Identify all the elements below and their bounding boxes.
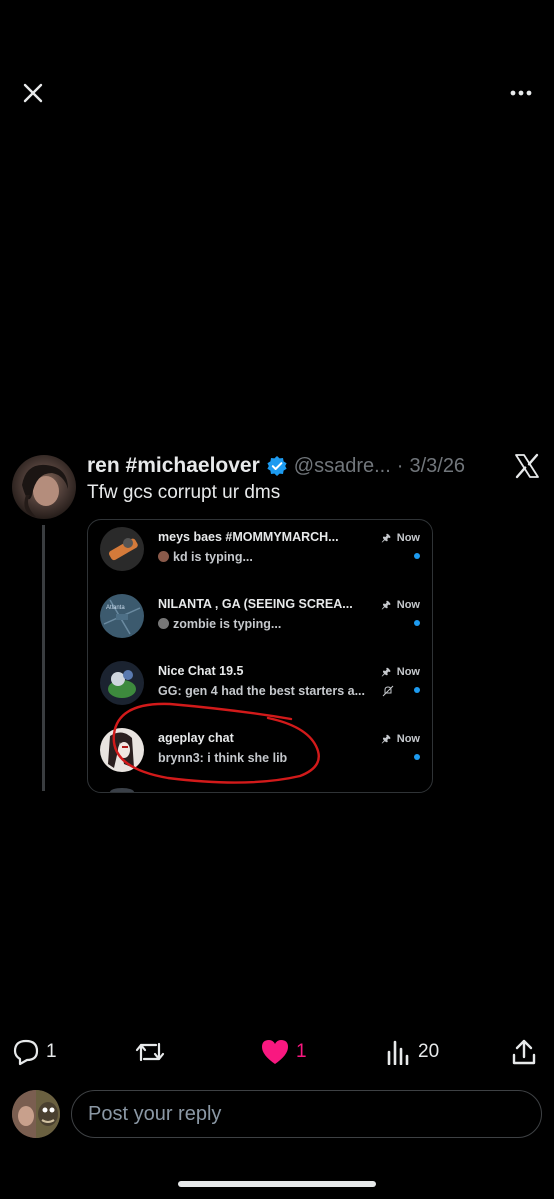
home-indicator[interactable] — [178, 1181, 376, 1187]
tweet-header: ren #michaelover @ssadre... · 3/3/26 — [87, 452, 465, 480]
views-count: 20 — [418, 1041, 440, 1062]
tweet-date[interactable]: 3/3/26 — [409, 455, 465, 478]
tweet-media-card[interactable]: meys baes #MOMMYMARCH... kd is typing...… — [87, 519, 433, 793]
views-action[interactable]: 20 — [386, 1037, 439, 1067]
reply-action[interactable]: 1 — [12, 1037, 57, 1067]
close-button[interactable] — [14, 74, 52, 112]
more-horizontal-icon — [510, 90, 532, 96]
retweet-icon — [135, 1042, 165, 1062]
author-avatar-image — [22, 464, 68, 517]
close-icon — [23, 83, 43, 103]
reply-bubble-icon — [13, 1039, 39, 1066]
reply-input[interactable]: Post your reply — [71, 1090, 542, 1138]
share-button[interactable] — [508, 1036, 540, 1068]
share-upload-icon — [512, 1039, 536, 1065]
author-display-name[interactable]: ren #michaelover — [87, 454, 260, 478]
separator-dot: · — [396, 454, 404, 477]
like-action[interactable]: 1 — [260, 1037, 307, 1067]
author-avatar[interactable] — [12, 455, 76, 519]
retweet-action[interactable] — [134, 1037, 172, 1067]
user-avatar[interactable] — [12, 1090, 60, 1138]
red-annotation-circle — [112, 702, 320, 784]
verified-badge-icon — [267, 456, 287, 476]
like-count: 1 — [296, 1041, 307, 1062]
views-chart-icon — [387, 1040, 409, 1065]
thread-line — [42, 525, 45, 791]
reply-placeholder: Post your reply — [88, 1103, 222, 1125]
reply-count: 1 — [46, 1041, 57, 1062]
heart-filled-icon — [262, 1040, 288, 1064]
x-logo-icon — [514, 453, 540, 479]
author-handle[interactable]: @ssadre... — [294, 455, 391, 478]
tweet-text: Tfw gcs corrupt ur dms — [87, 482, 281, 503]
more-options-button[interactable] — [502, 74, 540, 112]
